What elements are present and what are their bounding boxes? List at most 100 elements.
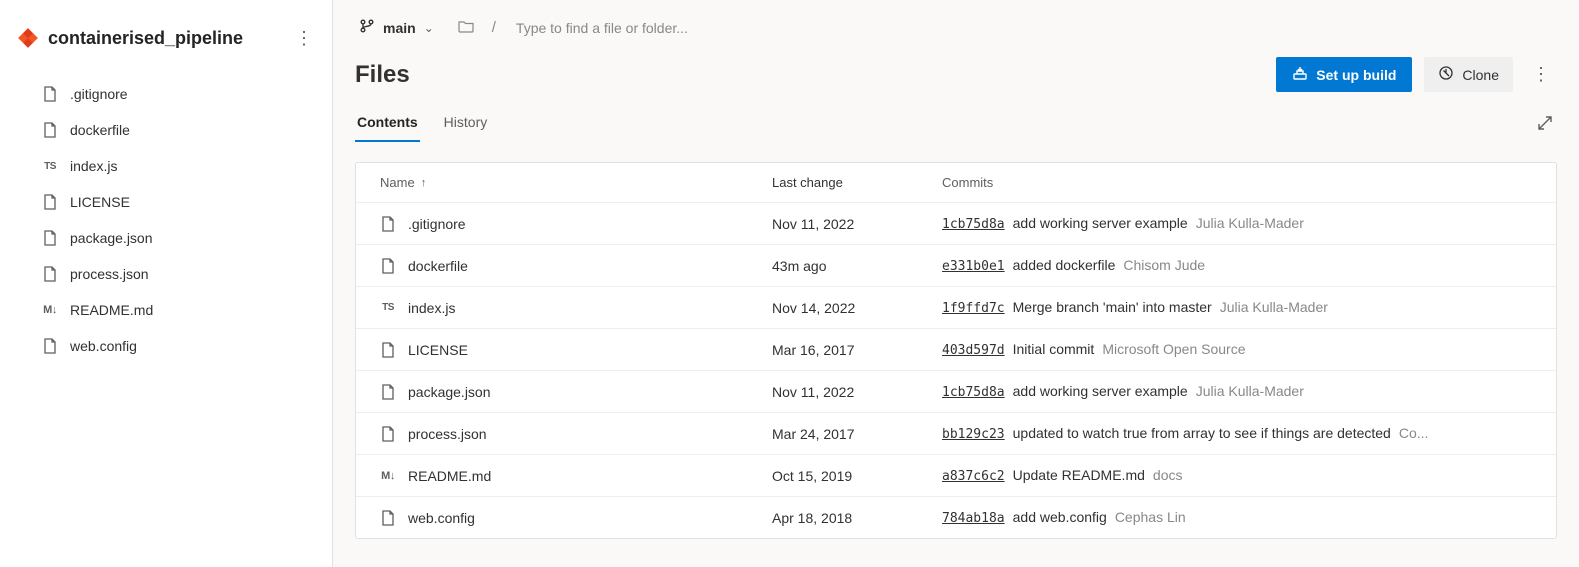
file-tree-sidebar: containerised_pipeline .gitignore dockerf…: [0, 0, 333, 567]
tree-item-label: process.json: [70, 266, 149, 282]
commit-hash-link[interactable]: 1cb75d8a: [942, 385, 1005, 400]
col-header-last[interactable]: Last change: [772, 175, 942, 190]
file-name: README.md: [408, 468, 491, 484]
col-header-name[interactable]: Name ↑: [380, 175, 772, 190]
branch-selector[interactable]: main ⌄: [353, 14, 440, 41]
commit-hash-link[interactable]: e331b0e1: [942, 259, 1005, 274]
commit-author: Co...: [1399, 425, 1429, 441]
file-icon: [380, 342, 396, 358]
repo-more-button[interactable]: [288, 22, 320, 54]
header-actions: Set up build Clone: [1276, 57, 1557, 92]
tabs-row: Contents History: [333, 106, 1579, 142]
md-file-icon: M↓: [42, 304, 58, 316]
file-icon: [42, 194, 58, 210]
commit-hash-link[interactable]: 784ab18a: [942, 511, 1005, 526]
last-change: Oct 15, 2019: [772, 468, 942, 484]
file-icon: [42, 86, 58, 102]
commit-message: added dockerfile: [1013, 257, 1116, 273]
file-name: .gitignore: [408, 216, 466, 232]
last-change: Mar 24, 2017: [772, 426, 942, 442]
commit-author: Julia Kulla-Mader: [1196, 215, 1304, 231]
commit-hash-link[interactable]: 403d597d: [942, 343, 1005, 358]
ts-file-icon: TS: [380, 302, 396, 313]
path-filter-input[interactable]: [514, 16, 1559, 40]
commit-hash-link[interactable]: bb129c23: [942, 427, 1005, 442]
file-icon: [42, 122, 58, 138]
tree-item-label: dockerfile: [70, 122, 130, 138]
table-row[interactable]: .gitignoreNov 11, 20221cb75d8aadd workin…: [356, 202, 1556, 244]
tree-item[interactable]: process.json: [0, 256, 332, 292]
tree-item[interactable]: dockerfile: [0, 112, 332, 148]
tree-item[interactable]: LICENSE: [0, 184, 332, 220]
branch-icon: [359, 18, 375, 37]
tree-item[interactable]: web.config: [0, 328, 332, 364]
clone-icon: [1438, 65, 1454, 84]
tree-item[interactable]: package.json: [0, 220, 332, 256]
clone-label: Clone: [1462, 67, 1499, 83]
table-row[interactable]: M↓README.mdOct 15, 2019a837c6c2Update RE…: [356, 454, 1556, 496]
commit-message: updated to watch true from array to see …: [1013, 425, 1391, 441]
tree-item-label: package.json: [70, 230, 153, 246]
tree-item-label: .gitignore: [70, 86, 128, 102]
table-row[interactable]: TSindex.jsNov 14, 20221f9ffd7cMerge bran…: [356, 286, 1556, 328]
table-row[interactable]: LICENSEMar 16, 2017403d597dInitial commi…: [356, 328, 1556, 370]
file-name: dockerfile: [408, 258, 468, 274]
file-icon: [380, 510, 396, 526]
tab-contents[interactable]: Contents: [355, 106, 420, 142]
fullscreen-icon[interactable]: [1533, 111, 1557, 138]
clone-button[interactable]: Clone: [1424, 57, 1513, 92]
last-change: Mar 16, 2017: [772, 342, 942, 358]
file-icon: [42, 266, 58, 282]
breadcrumb-separator: /: [492, 19, 496, 36]
file-icon: [42, 338, 58, 354]
table-row[interactable]: package.jsonNov 11, 20221cb75d8aadd work…: [356, 370, 1556, 412]
commit-message: add web.config: [1013, 509, 1107, 525]
breadcrumb-bar: main ⌄ /: [333, 0, 1579, 49]
setup-build-button[interactable]: Set up build: [1276, 57, 1412, 92]
tree-item[interactable]: M↓README.md: [0, 292, 332, 328]
commit-author: docs: [1153, 467, 1183, 483]
page-header: Files Set up build Clone: [333, 49, 1579, 102]
setup-build-label: Set up build: [1316, 67, 1396, 83]
sort-asc-icon: ↑: [421, 177, 427, 189]
repo-header: containerised_pipeline: [0, 14, 332, 70]
tree-item[interactable]: .gitignore: [0, 76, 332, 112]
commit-author: Julia Kulla-Mader: [1196, 383, 1304, 399]
commit-hash-link[interactable]: 1f9ffd7c: [942, 301, 1005, 316]
table-row[interactable]: process.json Mar 24, 2017bb129c23 updated …: [356, 412, 1556, 454]
table-row[interactable]: web.config Apr 18, 2018784ab18a add web.co…: [356, 496, 1556, 538]
repo-name[interactable]: containerised_pipeline: [48, 28, 288, 49]
last-change: Apr 18, 2018: [772, 510, 942, 526]
build-icon: [1292, 65, 1308, 84]
file-icon: [42, 230, 58, 246]
commit-message: Update README.md: [1013, 467, 1145, 483]
table-row[interactable]: dockerfile 43m agoe331b0e1 added dockerfil…: [356, 244, 1556, 286]
chevron-down-icon: ⌄: [424, 21, 434, 35]
last-change: Nov 14, 2022: [772, 300, 942, 316]
file-name: process.json: [408, 426, 487, 442]
tree-item-label: index.js: [70, 158, 117, 174]
last-change: 43m ago: [772, 258, 942, 274]
commit-author: Cephas Lin: [1115, 509, 1186, 525]
file-tree-list: .gitignore dockerfile TS index.js LICENSE pac…: [0, 70, 332, 370]
file-icon: [380, 258, 396, 274]
file-icon: [380, 384, 396, 400]
commit-hash-link[interactable]: 1cb75d8a: [942, 217, 1005, 232]
file-name: web.config: [408, 510, 475, 526]
commit-message: Initial commit: [1013, 341, 1095, 357]
commit-hash-link[interactable]: a837c6c2: [942, 469, 1005, 484]
commit-message: add working server example: [1013, 383, 1188, 399]
last-change: Nov 11, 2022: [772, 216, 942, 232]
ts-file-icon: TS: [42, 161, 58, 172]
commit-author: Microsoft Open Source: [1102, 341, 1245, 357]
col-header-commits[interactable]: Commits: [942, 175, 1532, 190]
table-body: .gitignoreNov 11, 20221cb75d8aadd workin…: [356, 202, 1556, 538]
folder-icon[interactable]: [458, 19, 474, 36]
main-content: main ⌄ / Files Set up build Clone: [333, 0, 1579, 567]
file-icon: [380, 216, 396, 232]
tree-item[interactable]: TS index.js: [0, 148, 332, 184]
file-icon: [380, 426, 396, 442]
tab-history[interactable]: History: [442, 106, 490, 142]
commit-author: Julia Kulla-Mader: [1220, 299, 1328, 315]
header-more-button[interactable]: [1525, 59, 1557, 91]
